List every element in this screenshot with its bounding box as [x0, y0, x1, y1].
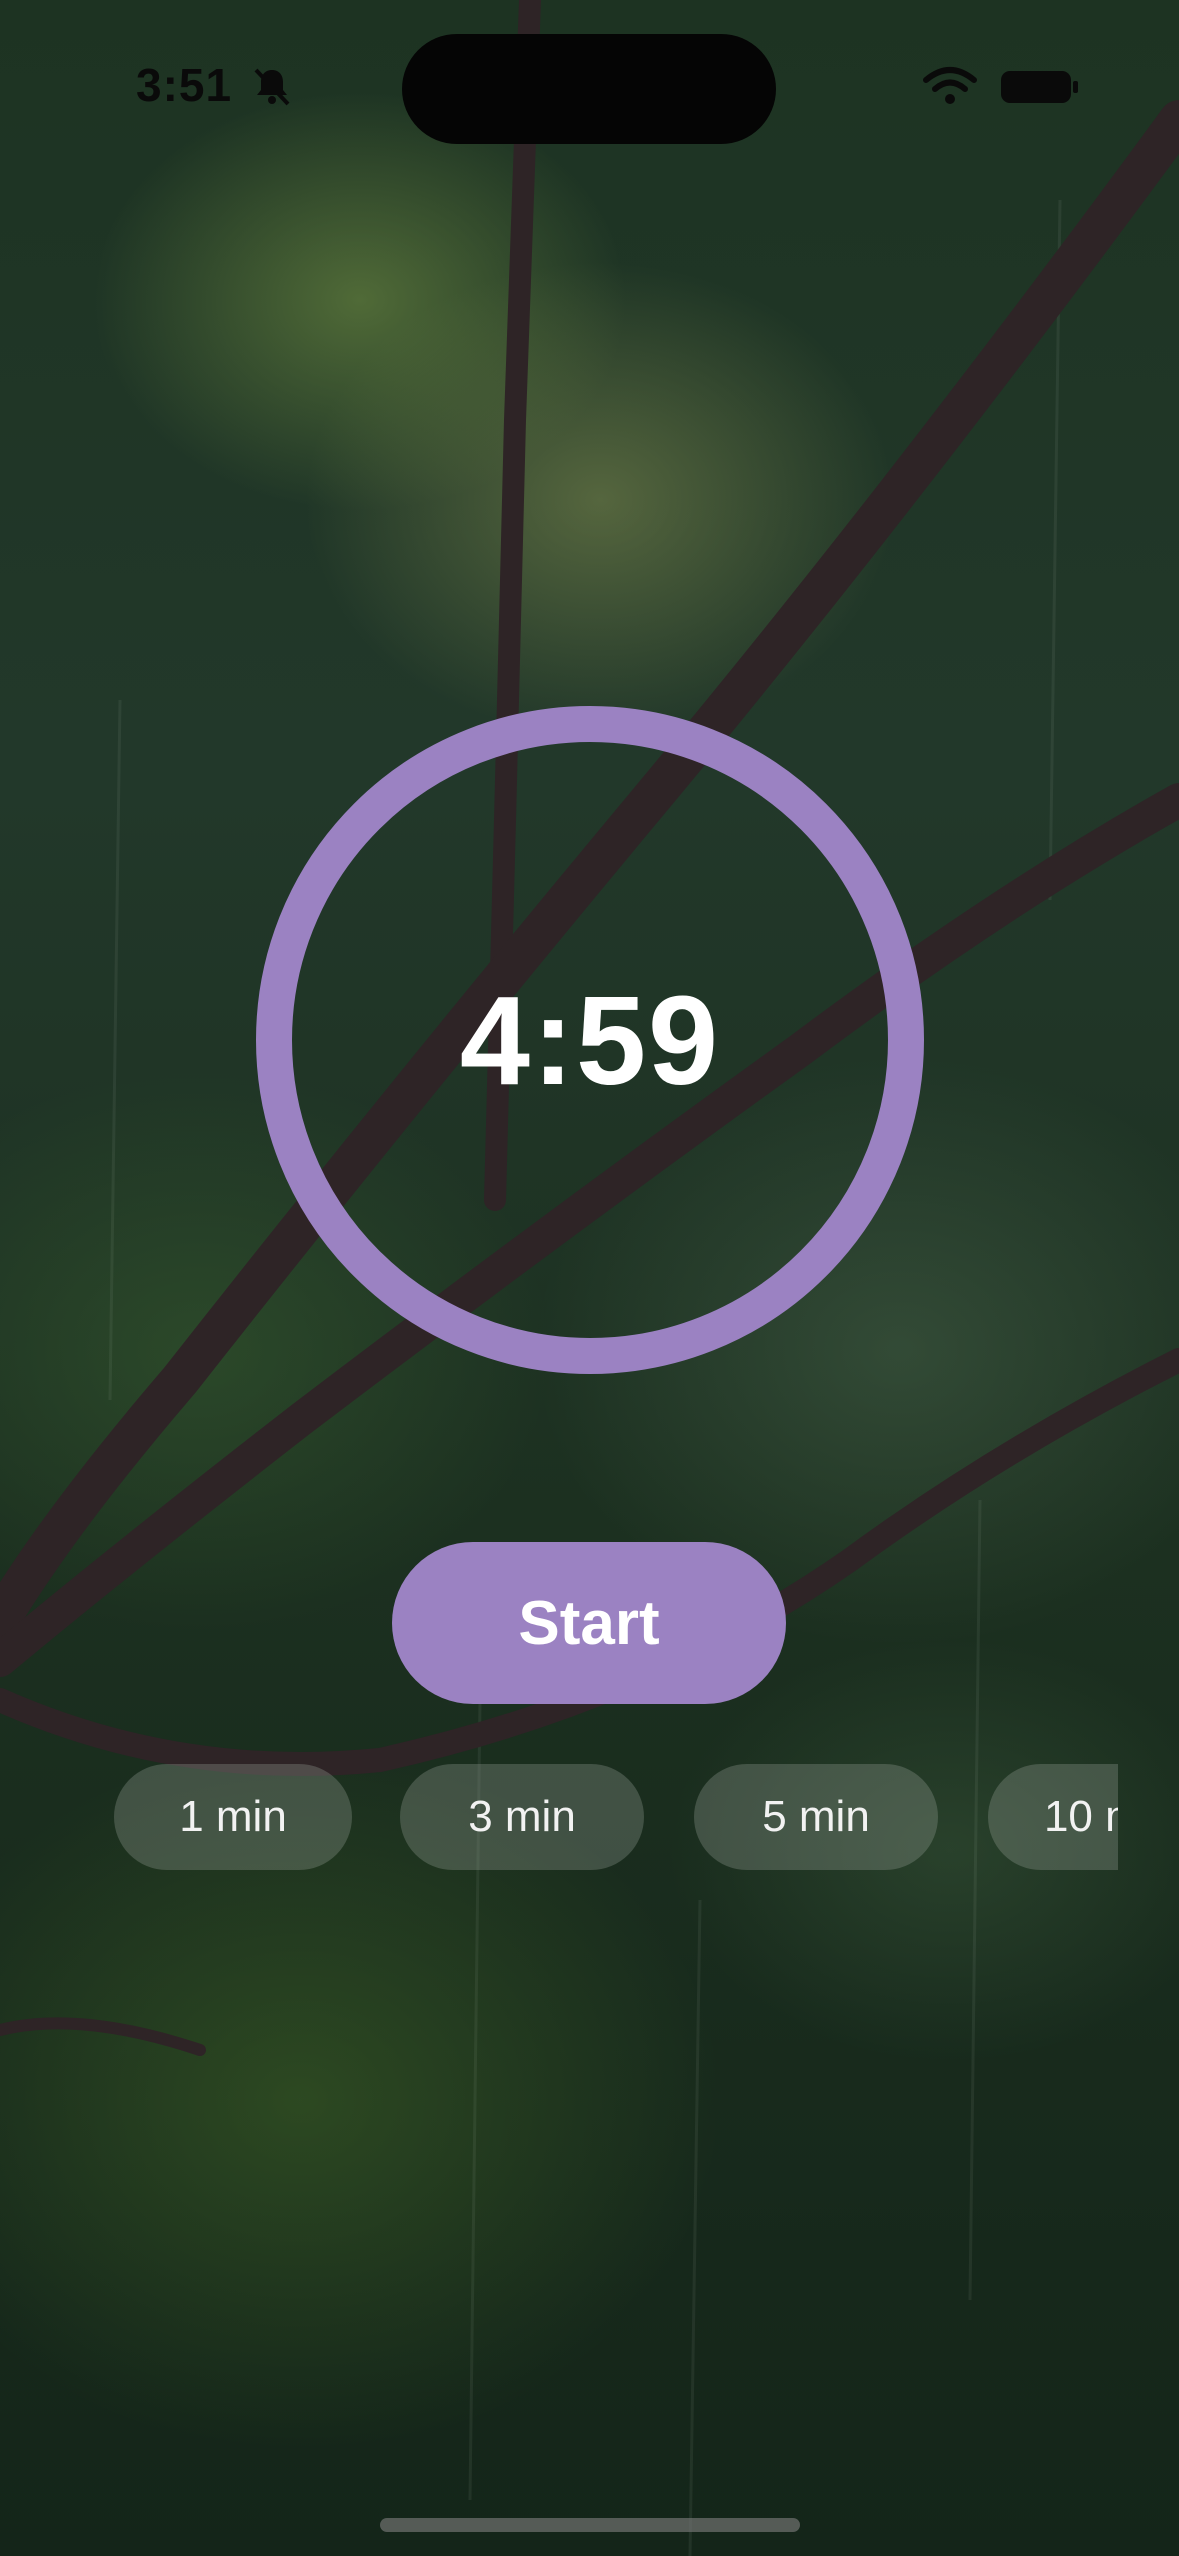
- bell-slash-icon: [254, 68, 290, 106]
- status-time: 3:51: [136, 59, 233, 111]
- status-bar: 3:51: [0, 0, 1179, 160]
- preset-5-min[interactable]: 5 min: [694, 1764, 938, 1870]
- preset-10-min[interactable]: 10 min: [988, 1764, 1118, 1870]
- battery-icon: [1001, 71, 1078, 103]
- preset-3-min[interactable]: 3 min: [400, 1764, 644, 1870]
- preset-1-min[interactable]: 1 min: [114, 1764, 352, 1870]
- dynamic-island: [402, 34, 776, 144]
- wifi-icon: [923, 67, 977, 104]
- preset-list: 1 min 3 min 5 min 10 min: [0, 1764, 1118, 1870]
- timer-display: 4:59: [459, 969, 721, 1111]
- home-indicator[interactable]: [380, 2518, 800, 2532]
- start-button[interactable]: Start: [392, 1542, 786, 1704]
